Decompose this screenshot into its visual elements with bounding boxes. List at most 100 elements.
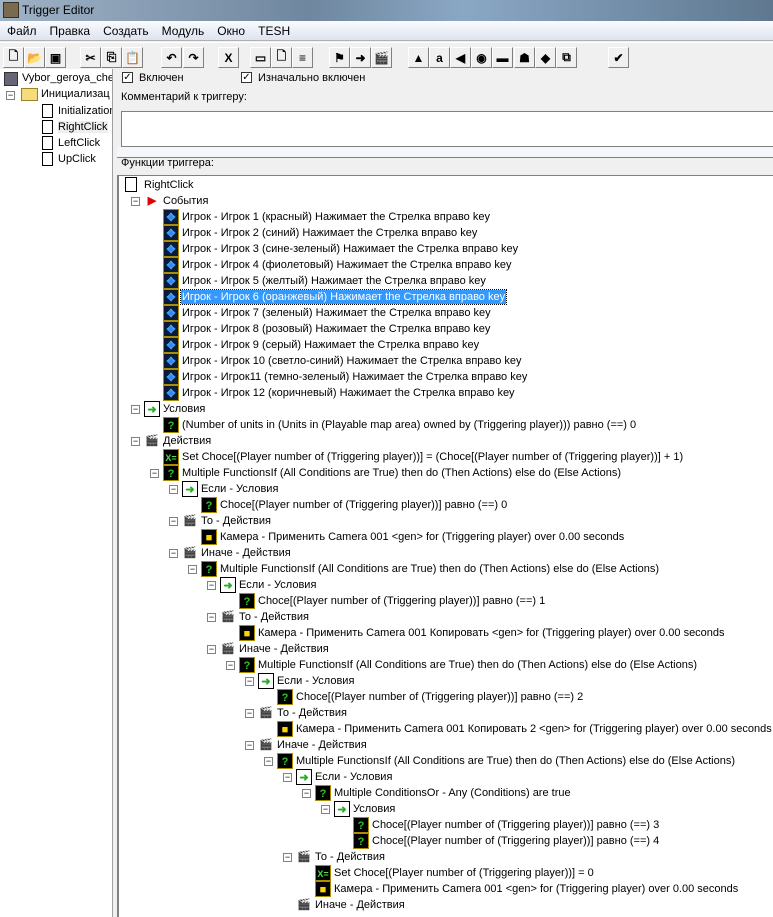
collapse-toggle[interactable]: −	[150, 469, 159, 478]
tree-node[interactable]: ✥ Игрок - Игрок 2 (синий) Нажимает the Ст…	[119, 225, 769, 241]
save-button[interactable]: ▣	[45, 47, 66, 68]
collapse-toggle[interactable]: −	[264, 757, 273, 766]
collapse-toggle[interactable]: −	[283, 853, 292, 862]
export-button[interactable]: ⧉	[556, 47, 577, 68]
tree-node[interactable]: ✥ Игрок - Игрок 7 (зеленый) Нажимает the …	[119, 305, 769, 321]
sound-editor-button[interactable]: ◀	[450, 47, 471, 68]
tree-node[interactable]: ■ Камера - Применить Camera 001 Копироват…	[119, 721, 772, 737]
tree-node[interactable]: − 🎬 То - Действия	[119, 849, 769, 865]
ai-editor-button[interactable]: ☗	[514, 47, 535, 68]
collapse-toggle[interactable]: −	[302, 789, 311, 798]
tree-node[interactable]: − 🎬 Действия	[119, 433, 769, 449]
tree-node[interactable]: − 🎬 Иначе - Действия	[119, 641, 769, 657]
tree-node[interactable]: 🎬 Иначе - Действия	[119, 897, 769, 913]
tree-node[interactable]: − ➜ Условия	[119, 401, 769, 417]
tree-node[interactable]: ? Choce[(Player number of (Triggering pla…	[119, 497, 769, 513]
tree-node[interactable]: −? Multiple FunctionsIf (All Conditions …	[119, 561, 769, 577]
tree-node[interactable]: −? Multiple FunctionsIf (All Conditions …	[119, 465, 769, 481]
tree-node[interactable]: ? Choce[(Player number of (Triggering pla…	[119, 593, 769, 609]
tree-node[interactable]: ? Choce[(Player number of (Triggering pla…	[119, 689, 769, 705]
object-editor-button[interactable]: ◉	[471, 47, 492, 68]
tree-node[interactable]: − 🎬 То - Действия	[119, 513, 769, 529]
new-trigger-button[interactable]: 🗋	[271, 47, 292, 68]
tree-node[interactable]: − 🎬 Иначе - Действия	[119, 737, 769, 753]
tree-node[interactable]: ✥ Игрок - Игрок 8 (розовый) Нажимает the …	[119, 321, 769, 337]
trigger-item[interactable]: LeftClick	[58, 137, 100, 149]
tree-node[interactable]: ? Choce[(Player number of (Triggering pla…	[119, 833, 769, 849]
collapse-toggle[interactable]: −	[245, 741, 254, 750]
trigger-item[interactable]: UpClick	[58, 153, 96, 165]
collapse-toggle[interactable]: −	[207, 581, 216, 590]
tree-node[interactable]: − ➜ Если - Условия	[119, 769, 769, 785]
tree-node[interactable]: ? (Number of units in (Units in (Playable…	[119, 417, 769, 433]
menu-create[interactable]: Создать	[96, 21, 155, 38]
tree-node[interactable]: ✥ Игрок - Игрок 12 (коричневый) Нажимает …	[119, 385, 769, 401]
campaign-editor-button[interactable]: ▬	[492, 47, 513, 68]
collapse-toggle[interactable]: −	[207, 613, 216, 622]
terrain-editor-button[interactable]: ▲	[408, 47, 429, 68]
tree-node[interactable]: − 🎬 То - Действия	[119, 609, 769, 625]
new-event-button[interactable]: ⚑	[329, 47, 350, 68]
tree-node[interactable]: − ▶ События	[119, 193, 769, 209]
undo-button[interactable]: ↶	[161, 47, 182, 68]
tree-node[interactable]: ✥ Игрок - Игрок 4 (фиолетовый) Нажимает t…	[119, 257, 769, 273]
tree-node[interactable]: RightClick	[119, 177, 769, 193]
test-map-button[interactable]: ✔	[608, 47, 629, 68]
new-condition-button[interactable]: ➜	[350, 47, 371, 68]
open-button[interactable]: 📂	[24, 47, 45, 68]
collapse-toggle[interactable]: −	[131, 197, 140, 206]
collapse-toggle[interactable]: −	[169, 517, 178, 526]
tree-node[interactable]: − ➜ Если - Условия	[119, 481, 769, 497]
tree-node[interactable]: −? Multiple ConditionsOr - Any (Conditio…	[119, 785, 769, 801]
collapse-toggle[interactable]: −	[131, 437, 140, 446]
tree-node[interactable]: X= Set Choce[(Player number of (Triggerin…	[119, 449, 769, 465]
redo-button[interactable]: ↷	[183, 47, 204, 68]
collapse-toggle[interactable]: −	[169, 485, 178, 494]
paste-button[interactable]: 📋	[122, 47, 143, 68]
new-action-button[interactable]: 🎬	[371, 47, 392, 68]
collapse-toggle[interactable]: −	[321, 805, 330, 814]
tree-node[interactable]: − 🎬 Иначе - Действия	[119, 545, 769, 561]
category-name[interactable]: Инициализац	[41, 88, 110, 100]
collapse-toggle[interactable]: −	[6, 91, 15, 100]
tree-node[interactable]: X= Set Choce[(Player number of (Triggerin…	[119, 865, 769, 881]
comment-textarea[interactable]	[121, 111, 773, 147]
tree-node[interactable]: −? Multiple FunctionsIf (All Conditions …	[119, 753, 769, 769]
tree-node[interactable]: ✥ Игрок - Игрок 10 (светло-синий) Нажимае…	[119, 353, 769, 369]
tree-node[interactable]: ✥ Игрок - Игрок 9 (серый) Нажимает the Ст…	[119, 337, 769, 353]
cut-button[interactable]: ✂	[80, 47, 101, 68]
splitter[interactable]	[117, 147, 773, 158]
tree-node[interactable]: − ➜ Если - Условия	[119, 673, 769, 689]
tree-node[interactable]: − ➜ Условия	[119, 801, 769, 817]
trigger-item[interactable]: RightClick	[58, 121, 108, 133]
tree-node[interactable]: ✥ Игрок - Игрок11 (темно-зеленый) Нажимае…	[119, 369, 769, 385]
trigger-editor-button[interactable]: a	[429, 47, 450, 68]
new-comment-button[interactable]: ≡	[292, 47, 313, 68]
tree-node[interactable]: − ➜ Если - Условия	[119, 577, 769, 593]
copy-button[interactable]: ⎘	[101, 47, 122, 68]
tree-node[interactable]: ✥ Игрок - Игрок 5 (желтый) Нажимает the С…	[119, 273, 769, 289]
tree-node[interactable]: ✥ Игрок - Игрок 3 (сине-зеленый) Нажимает…	[119, 241, 769, 257]
collapse-toggle[interactable]: −	[169, 549, 178, 558]
collapse-toggle[interactable]: −	[207, 645, 216, 654]
delete-button[interactable]: X	[218, 47, 239, 68]
collapse-toggle[interactable]: −	[283, 773, 292, 782]
collapse-toggle[interactable]: −	[245, 709, 254, 718]
menu-tesh[interactable]: TESH	[251, 21, 296, 38]
tree-node[interactable]: ■ Камера - Применить Camera 001 <gen> for…	[119, 529, 769, 545]
new-button[interactable]: 🗋	[3, 47, 24, 68]
collapse-toggle[interactable]: −	[131, 405, 140, 414]
collapse-toggle[interactable]: −	[245, 677, 254, 686]
menu-edit[interactable]: Правка	[43, 21, 97, 38]
tree-node[interactable]: ■ Камера - Применить Camera 001 Копироват…	[119, 625, 769, 641]
menu-file[interactable]: Файл	[0, 21, 43, 38]
trigger-item[interactable]: Initialization	[58, 105, 112, 117]
new-category-button[interactable]: ▭	[250, 47, 271, 68]
import-manager-button[interactable]: ◆	[535, 47, 556, 68]
tree-node[interactable]: ■ Камера - Применить Camera 001 <gen> for…	[119, 881, 769, 897]
tree-node[interactable]: − 🎬 То - Действия	[119, 705, 769, 721]
collapse-toggle[interactable]: −	[226, 661, 235, 670]
tree-node[interactable]: ✥ Игрок - Игрок 6 (оранжевый) Нажимает th…	[119, 289, 769, 305]
initially-on-checkbox[interactable]: ✓	[241, 72, 252, 83]
collapse-toggle[interactable]: −	[188, 565, 197, 574]
